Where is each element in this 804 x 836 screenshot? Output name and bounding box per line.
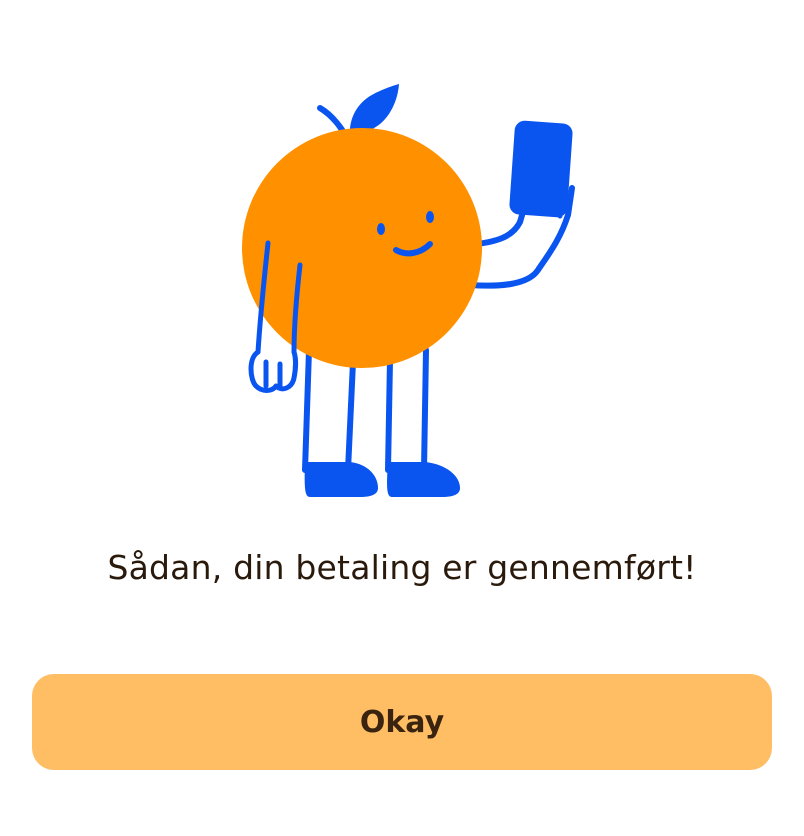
payment-success-dialog: Sådan, din betaling er gennemført! Okay (0, 0, 804, 836)
shoes-icon (304, 462, 460, 497)
okay-button[interactable]: Okay (32, 674, 772, 770)
okay-button-label: Okay (359, 704, 445, 740)
payment-success-message: Sådan, din betaling er gennemført! (107, 548, 697, 587)
orange-body-icon (242, 128, 482, 368)
orange-mascot-illustration (242, 84, 575, 497)
phone-icon (509, 120, 573, 219)
legs-icon (302, 347, 429, 473)
